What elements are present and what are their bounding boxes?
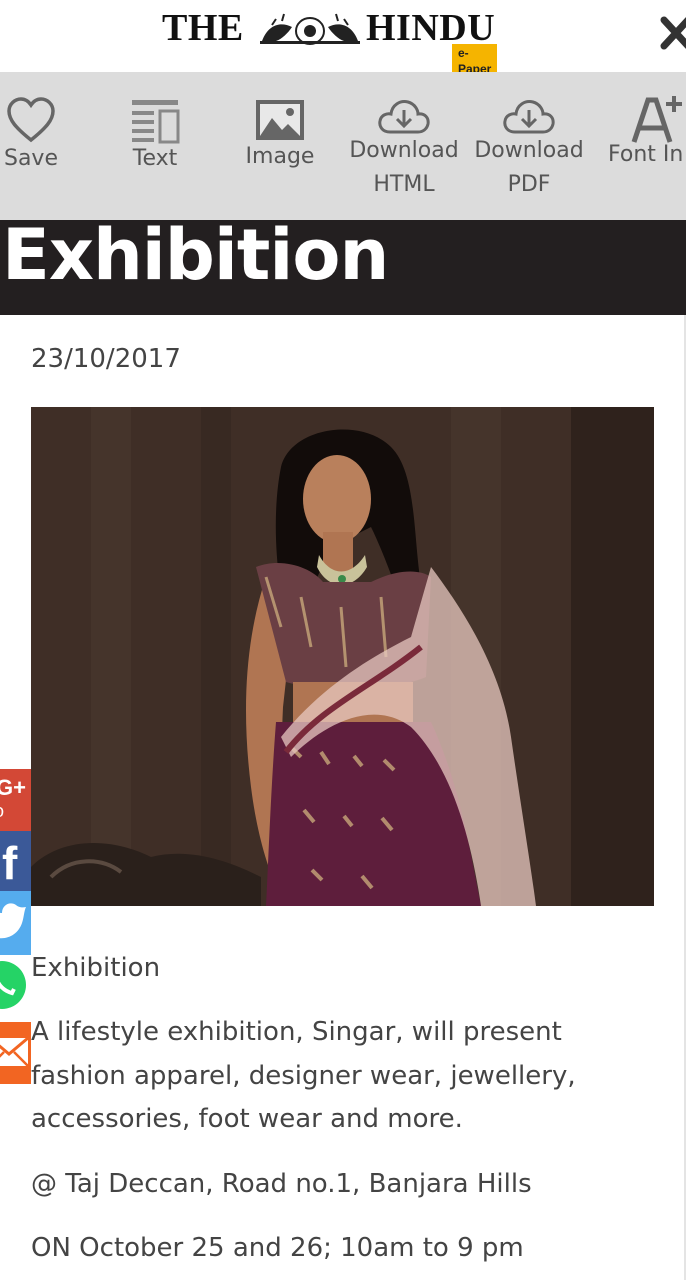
masthead-title-hindu: HINDU bbox=[366, 7, 496, 49]
facebook-icon: f bbox=[2, 837, 18, 889]
font-increase-button[interactable]: Font In bbox=[604, 72, 686, 220]
font-increase-label: Font In bbox=[608, 142, 684, 167]
whatsapp-icon bbox=[0, 961, 26, 1009]
text-layout-icon bbox=[132, 100, 180, 144]
download-pdf-button[interactable]: Download PDF bbox=[468, 72, 590, 220]
save-label: Save bbox=[3, 146, 58, 171]
twitter-share-button[interactable] bbox=[0, 891, 31, 955]
save-button[interactable]: Save bbox=[0, 72, 64, 220]
article-date: 23/10/2017 bbox=[31, 344, 181, 374]
facebook-share-button[interactable]: f bbox=[0, 831, 31, 891]
whatsapp-share-button[interactable] bbox=[0, 955, 31, 1019]
download-html-button[interactable]: Download HTML bbox=[344, 72, 464, 220]
article-toolbar: Save Text Image Download HTML Download P… bbox=[0, 72, 686, 220]
google-plus-icon: G+ o bbox=[0, 775, 26, 821]
article-headline: Exhibition bbox=[2, 220, 389, 296]
headline-band: Exhibition bbox=[0, 220, 686, 315]
download-html-label-2: HTML bbox=[373, 172, 435, 197]
google-plus-share-button[interactable]: G+ o bbox=[0, 769, 31, 831]
font-increase-icon bbox=[631, 96, 682, 143]
image-icon bbox=[256, 100, 304, 140]
text-view-button[interactable]: Text bbox=[120, 72, 190, 220]
heart-icon bbox=[7, 97, 55, 143]
email-icon bbox=[0, 1036, 29, 1067]
twitter-icon bbox=[0, 903, 26, 939]
close-icon[interactable] bbox=[654, 8, 686, 58]
image-view-button[interactable]: Image bbox=[238, 72, 322, 220]
article-subheading: Exhibition bbox=[31, 953, 161, 983]
download-pdf-label-1: Download bbox=[474, 138, 584, 163]
fashion-model-lehenga-photo bbox=[31, 407, 654, 906]
hindu-emblem-icon bbox=[260, 13, 360, 45]
email-share-button[interactable] bbox=[0, 1022, 31, 1084]
masthead-bar: THE HINDU e-Paper bbox=[0, 0, 686, 78]
svg-text:G+: G+ bbox=[0, 775, 26, 800]
svg-text:o: o bbox=[0, 801, 4, 821]
article-event-dates: ON October 25 and 26; 10am to 9 pm bbox=[31, 1233, 524, 1263]
article-venue: @ Taj Deccan, Road no.1, Banjara Hills bbox=[31, 1169, 532, 1199]
cloud-download-icon bbox=[378, 100, 430, 134]
cloud-download-icon bbox=[503, 100, 555, 134]
download-html-label-1: Download bbox=[349, 138, 459, 163]
image-label: Image bbox=[245, 144, 315, 169]
article-body: A lifestyle exhibition, Singar, will pre… bbox=[31, 1017, 576, 1134]
masthead-title-the: THE bbox=[162, 7, 244, 49]
text-label: Text bbox=[132, 146, 178, 171]
photo-illustration bbox=[31, 407, 654, 906]
svg-text:f: f bbox=[2, 837, 18, 889]
download-pdf-label-2: PDF bbox=[507, 172, 551, 197]
